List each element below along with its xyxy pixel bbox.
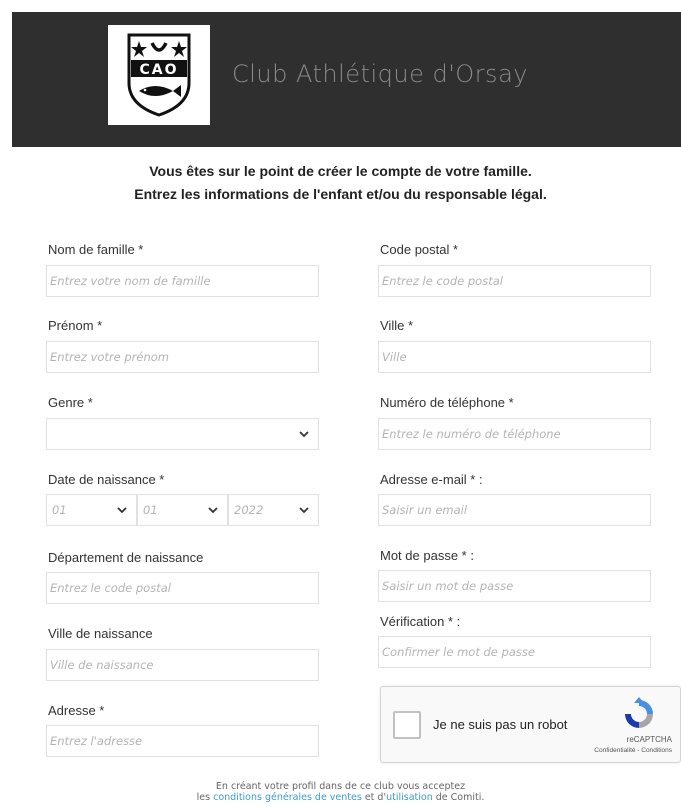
- club-crest-icon: CAO: [127, 33, 191, 117]
- date-month-select[interactable]: 01: [137, 494, 228, 526]
- nom-label: Nom de famille *: [48, 242, 144, 257]
- chevron-down-icon: [208, 507, 218, 514]
- adresse-field[interactable]: [46, 725, 319, 757]
- date-month-value: 01: [143, 503, 158, 517]
- email-input[interactable]: [379, 495, 650, 525]
- cgv-link[interactable]: conditions générales de ventes: [213, 792, 362, 803]
- prenom-field[interactable]: [46, 341, 319, 373]
- nom-field[interactable]: [46, 265, 319, 297]
- ville-naissance-label: Ville de naissance: [48, 626, 153, 641]
- club-name: Club Athlétique d'Orsay: [232, 60, 528, 88]
- email-field[interactable]: [378, 494, 651, 526]
- password-field[interactable]: [378, 570, 651, 602]
- recaptcha-links: Confidentialité - Conditions: [594, 747, 672, 754]
- header-banner: CAO Club Athlétique d'Orsay: [12, 12, 681, 147]
- club-logo: CAO: [108, 25, 210, 125]
- chevron-down-icon: [299, 507, 309, 514]
- ville-naissance-input[interactable]: [47, 650, 318, 680]
- recaptcha-checkbox[interactable]: [393, 711, 421, 739]
- date-year-value: 2022: [234, 503, 264, 517]
- telephone-label: Numéro de téléphone *: [380, 395, 514, 410]
- telephone-input[interactable]: [379, 419, 650, 449]
- utilisation-link[interactable]: utilisation: [386, 792, 433, 803]
- adresse-input[interactable]: [47, 726, 318, 756]
- genre-label: Genre *: [48, 395, 93, 410]
- ville-label: Ville *: [380, 318, 414, 333]
- footer-terms: En créant votre profil dans de ce club v…: [0, 781, 681, 803]
- verification-label: Vérification * :: [380, 614, 461, 629]
- intro-line-1: Vous êtes sur le point de créer le compt…: [149, 163, 532, 179]
- date-day-select[interactable]: 01: [46, 494, 137, 526]
- recaptcha-terms-link[interactable]: Conditions: [641, 747, 672, 754]
- prenom-input[interactable]: [47, 342, 318, 372]
- email-label: Adresse e-mail * :: [380, 472, 483, 487]
- footer-line-1: En créant votre profil dans de ce club v…: [215, 781, 466, 792]
- date-year-select[interactable]: 2022: [228, 494, 319, 526]
- recaptcha-privacy-link[interactable]: Confidentialité: [594, 747, 635, 754]
- ville-field[interactable]: [378, 341, 651, 373]
- departement-input[interactable]: [47, 573, 318, 603]
- departement-label: Département de naissance: [48, 550, 204, 565]
- password-label: Mot de passe * :: [380, 548, 474, 563]
- chevron-down-icon: [299, 431, 309, 438]
- date-label: Date de naissance *: [48, 472, 165, 487]
- departement-field[interactable]: [46, 572, 319, 604]
- recaptcha-brand: reCAPTCHA: [626, 735, 672, 744]
- date-day-value: 01: [52, 503, 67, 517]
- ville-input[interactable]: [379, 342, 650, 372]
- recaptcha-widget: Je ne suis pas un robot reCAPTCHA Confid…: [380, 686, 681, 763]
- intro-text: Vous êtes sur le point de créer le compt…: [0, 160, 681, 206]
- password-input[interactable]: [379, 571, 650, 601]
- code-postal-input[interactable]: [379, 266, 650, 296]
- genre-select[interactable]: [46, 418, 319, 450]
- ville-naissance-field[interactable]: [46, 649, 319, 681]
- verification-input[interactable]: [379, 637, 650, 667]
- chevron-down-icon: [117, 507, 127, 514]
- intro-line-2: Entrez les informations de l'enfant et/o…: [134, 186, 547, 202]
- code-postal-label: Code postal *: [380, 242, 459, 257]
- recaptcha-label: Je ne suis pas un robot: [433, 717, 568, 732]
- telephone-field[interactable]: [378, 418, 651, 450]
- recaptcha-logo-icon: [625, 697, 653, 728]
- footer-line-2: les conditions générales de ventes et d'…: [196, 792, 485, 803]
- nom-input[interactable]: [47, 266, 318, 296]
- code-postal-field[interactable]: [378, 265, 651, 297]
- prenom-label: Prénom *: [48, 318, 103, 333]
- logo-text: CAO: [139, 62, 178, 78]
- verification-field[interactable]: [378, 636, 651, 668]
- adresse-label: Adresse *: [48, 703, 105, 718]
